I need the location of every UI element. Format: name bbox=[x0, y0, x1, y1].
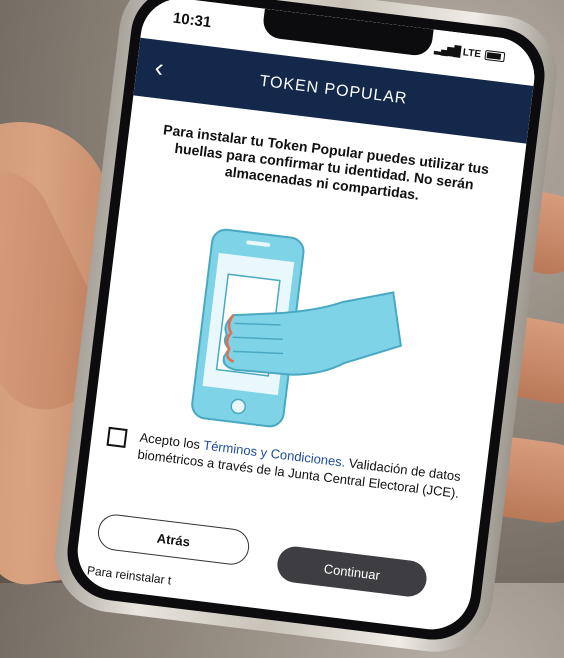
network-label: LTE bbox=[462, 47, 482, 61]
continue-button[interactable]: Continuar bbox=[275, 544, 429, 599]
status-time: 10:31 bbox=[172, 9, 213, 32]
app-title: TOKEN POPULAR bbox=[258, 72, 409, 108]
intro-text: Para instalar tu Token Popular puedes ut… bbox=[162, 121, 490, 203]
phone: 10:31 ▂▄▆█ LTE ‹ TOKEN POPULAR Para insta… bbox=[48, 0, 564, 658]
consent-checkbox[interactable] bbox=[106, 426, 128, 448]
back-button[interactable]: Atrás bbox=[95, 512, 252, 567]
battery-icon bbox=[484, 50, 506, 63]
fingerprint-illustration bbox=[191, 228, 402, 428]
network-indicator: ▂▄▆█ LTE bbox=[434, 44, 506, 64]
reinstall-text: Para reinstalar t bbox=[86, 563, 173, 588]
consent-text: Acepto los Términos y Condiciones. Valid… bbox=[137, 429, 467, 503]
signal-icon: ▂▄▆█ bbox=[433, 43, 461, 58]
back-arrow-icon[interactable]: ‹ bbox=[153, 52, 165, 83]
main-content: Para instalar tu Token Popular puedes ut… bbox=[73, 95, 526, 634]
phone-screen: 10:31 ▂▄▆█ LTE ‹ TOKEN POPULAR Para insta… bbox=[73, 0, 539, 634]
